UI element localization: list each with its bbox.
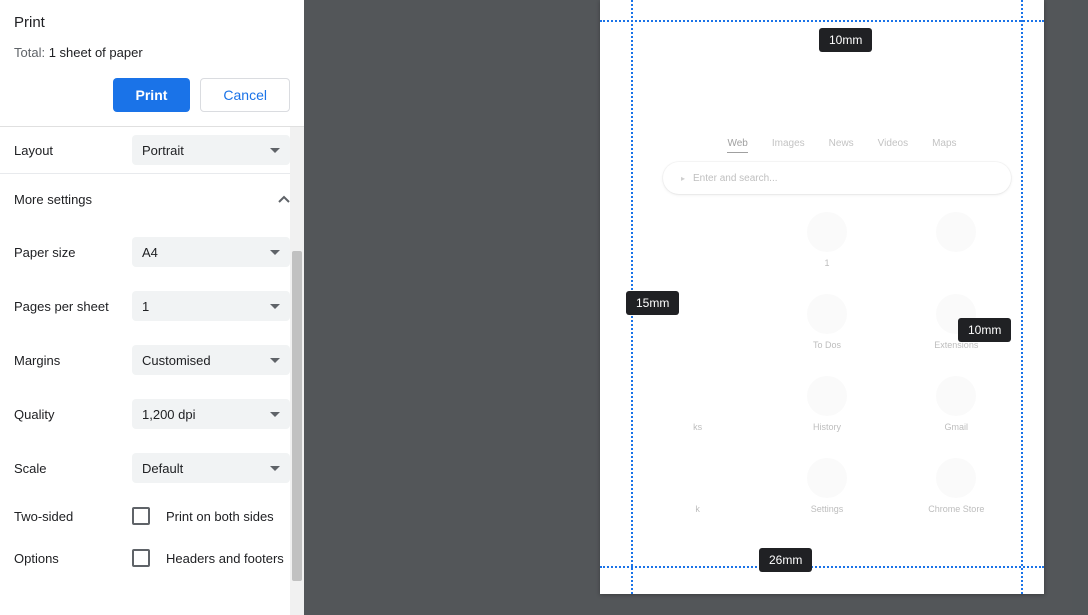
headers-footers-checkbox[interactable] [132, 549, 150, 567]
preview-tile [936, 212, 976, 270]
quality-value: 1,200 dpi [142, 407, 196, 422]
scrollbar-thumb[interactable] [292, 251, 302, 581]
chevron-down-icon [270, 148, 280, 153]
preview-tab-news: News [829, 138, 854, 153]
pages-per-sheet-select[interactable]: 1 [132, 291, 290, 321]
tile-label: 1 [824, 258, 829, 270]
preview-tab-maps: Maps [932, 138, 956, 153]
panel-actions: Print Cancel [0, 78, 304, 126]
preview-tile: Settings [807, 458, 847, 516]
paper-size-label: Paper size [14, 245, 132, 260]
layout-value: Portrait [142, 143, 184, 158]
preview-searchbox: ▸ Enter and search... [663, 162, 1011, 194]
more-settings-label: More settings [14, 192, 92, 207]
tile-label: History [813, 422, 841, 434]
preview-tabs: Web Images News Videos Maps [683, 138, 1001, 153]
tile-label: ks [693, 422, 702, 434]
page-content: Web Images News Videos Maps ▸ Enter and … [633, 22, 1021, 566]
two-sided-label: Two-sided [14, 509, 132, 524]
margin-guide-bottom[interactable] [600, 566, 1044, 568]
chevron-down-icon [270, 466, 280, 471]
preview-tab-web: Web [727, 138, 747, 153]
pages-per-sheet-value: 1 [142, 299, 149, 314]
preview-tile: 1 [807, 212, 847, 270]
layout-label: Layout [14, 143, 132, 158]
tile-icon [936, 458, 976, 498]
preview-tab-images: Images [772, 138, 805, 153]
quality-label: Quality [14, 407, 132, 422]
preview-search-placeholder: Enter and search... [693, 173, 778, 184]
preview-tiles: 1To DosExtensionsksHistoryGmailkSettings… [633, 212, 1021, 516]
settings-scroll: Layout Portrait More settings Paper size… [0, 126, 304, 615]
tile-icon [807, 294, 847, 334]
tile-icon [807, 376, 847, 416]
chevron-down-icon [270, 250, 280, 255]
quality-select[interactable]: 1,200 dpi [132, 399, 290, 429]
two-sided-option: Print on both sides [166, 509, 274, 524]
scale-label: Scale [14, 461, 132, 476]
preview-tile [678, 294, 718, 352]
tile-label: k [695, 504, 700, 516]
total-prefix: Total: [14, 45, 49, 60]
preview-tab-videos: Videos [878, 138, 908, 153]
dialog-title: Print [14, 14, 290, 31]
margin-value-bottom: 26mm [759, 548, 812, 572]
chevron-up-icon [278, 194, 290, 206]
preview-tile: To Dos [807, 294, 847, 352]
print-button[interactable]: Print [113, 78, 191, 112]
margins-label: Margins [14, 353, 132, 368]
tile-icon [807, 458, 847, 498]
preview-tile [678, 212, 718, 270]
more-settings-toggle[interactable]: More settings [0, 174, 304, 225]
preview-scrollbar[interactable] [1072, 0, 1088, 615]
tile-icon [936, 376, 976, 416]
scale-select[interactable]: Default [132, 453, 290, 483]
paper-size-select[interactable]: A4 [132, 237, 290, 267]
tile-label: Settings [811, 504, 844, 516]
cancel-button[interactable]: Cancel [200, 78, 290, 112]
print-preview-area: Web Images News Videos Maps ▸ Enter and … [304, 0, 1088, 615]
margin-value-left: 15mm [626, 291, 679, 315]
total-value: 1 sheet of paper [49, 45, 143, 60]
paper-size-value: A4 [142, 245, 158, 260]
preview-tile: Gmail [936, 376, 976, 434]
margin-value-top: 10mm [819, 28, 872, 52]
margin-value-right: 10mm [958, 318, 1011, 342]
tile-icon [936, 212, 976, 252]
preview-tile: Chrome Store [928, 458, 984, 516]
tile-label: Chrome Store [928, 504, 984, 516]
tile-label: To Dos [813, 340, 841, 352]
pages-per-sheet-label: Pages per sheet [14, 299, 132, 314]
two-sided-checkbox[interactable] [132, 507, 150, 525]
headers-footers-option: Headers and footers [166, 551, 284, 566]
chevron-down-icon [270, 304, 280, 309]
tile-icon [807, 212, 847, 252]
sheet-count: Total: 1 sheet of paper [14, 45, 290, 60]
scale-value: Default [142, 461, 183, 476]
layout-select[interactable]: Portrait [132, 135, 290, 165]
preview-tile: History [807, 376, 847, 434]
margins-value: Customised [142, 353, 211, 368]
print-settings-panel: Print Total: 1 sheet of paper Print Canc… [0, 0, 304, 615]
panel-scrollbar[interactable] [290, 127, 304, 615]
chevron-down-icon [270, 358, 280, 363]
chevron-down-icon [270, 412, 280, 417]
search-caret-icon: ▸ [681, 174, 685, 183]
margins-select[interactable]: Customised [132, 345, 290, 375]
margin-guide-right[interactable] [1021, 0, 1023, 594]
preview-tile: ks [678, 376, 718, 434]
options-label: Options [14, 551, 132, 566]
preview-tile: k [678, 458, 718, 516]
panel-header: Print Total: 1 sheet of paper [0, 0, 304, 78]
tile-label: Gmail [945, 422, 969, 434]
